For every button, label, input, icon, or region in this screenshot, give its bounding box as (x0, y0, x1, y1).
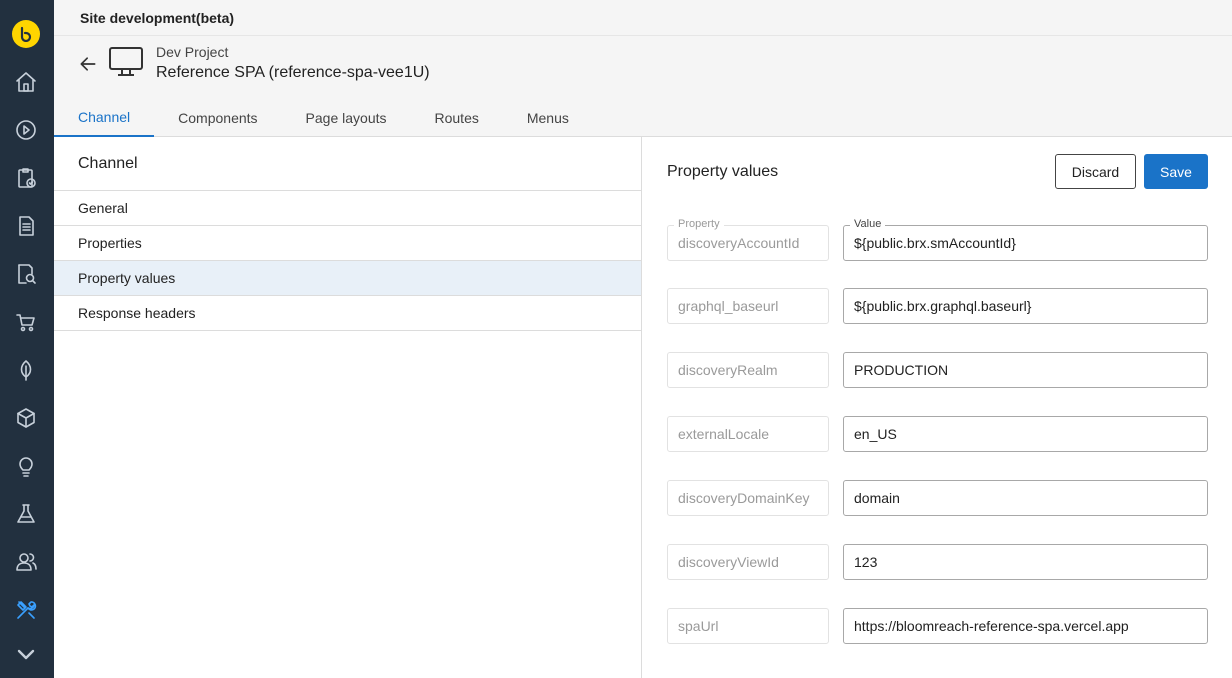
property-key-field: graphql_baseurl (667, 288, 829, 324)
property-value: domain (854, 490, 900, 506)
property-key-field: spaUrl (667, 608, 829, 644)
property-value-input[interactable]: en_US (843, 416, 1208, 452)
property-key: spaUrl (678, 618, 719, 634)
leaf-icon[interactable] (13, 357, 39, 383)
property-key-field: Property discoveryAccountId (667, 218, 829, 261)
property-key-field: discoveryDomainKey (667, 480, 829, 516)
property-row: spaUrl https://bloomreach-reference-spa.… (667, 608, 1208, 644)
property-key: externalLocale (678, 426, 770, 442)
document-search-icon[interactable] (13, 261, 39, 287)
channel-name: Reference SPA (reference-spa-vee1U) (156, 64, 430, 81)
property-value: PRODUCTION (854, 362, 949, 378)
flask-icon[interactable] (13, 501, 39, 527)
panel-title: Channel (54, 137, 641, 191)
property-key: discoveryViewId (678, 554, 779, 570)
property-row: graphql_baseurl ${public.brx.graphql.bas… (667, 288, 1208, 324)
app-title: Site development(beta) (80, 10, 235, 26)
property-value: 123 (854, 554, 878, 570)
monitor-icon (108, 46, 144, 78)
save-button[interactable]: Save (1144, 154, 1208, 189)
back-arrow-icon[interactable] (76, 52, 100, 76)
channel-header: Dev Project Reference SPA (reference-spa… (54, 36, 1232, 137)
property-value: en_US (854, 426, 897, 442)
property-row: discoveryRealm PRODUCTION (667, 352, 1208, 388)
property-value-input[interactable]: PRODUCTION (843, 352, 1208, 388)
property-row: externalLocale en_US (667, 416, 1208, 452)
property-value: ${public.brx.smAccountId} (854, 235, 1016, 251)
property-key: discoveryAccountId (678, 235, 800, 251)
lightbulb-icon[interactable] (13, 453, 39, 479)
property-value-input[interactable]: Value ${public.brx.smAccountId} (843, 218, 1208, 261)
users-icon[interactable] (13, 549, 39, 575)
property-key: discoveryDomainKey (678, 490, 810, 506)
channel-nav-panel: Channel General Properties Property valu… (54, 137, 642, 678)
property-value-input[interactable]: domain (843, 480, 1208, 516)
nav-item-response-headers[interactable]: Response headers (54, 296, 641, 331)
property-key: discoveryRealm (678, 362, 778, 378)
document-icon[interactable] (13, 213, 39, 239)
value-label: Value (850, 218, 886, 230)
cube-icon[interactable] (13, 405, 39, 431)
tab-bar: Channel Components Page layouts Routes M… (54, 98, 593, 137)
bloomreach-logo-icon[interactable] (12, 20, 40, 48)
property-row: Property discoveryAccountId Value ${publ… (667, 218, 1208, 261)
clipboard-check-icon[interactable] (13, 165, 39, 191)
property-label: Property (674, 218, 724, 230)
home-icon[interactable] (13, 69, 39, 95)
project-name: Dev Project (156, 44, 229, 60)
property-key-field: discoveryViewId (667, 544, 829, 580)
property-row: discoveryViewId 123 (667, 544, 1208, 580)
property-key: graphql_baseurl (678, 298, 779, 314)
discard-button[interactable]: Discard (1055, 154, 1136, 189)
property-value: https://bloomreach-reference-spa.vercel.… (854, 618, 1129, 634)
property-value: ${public.brx.graphql.baseurl} (854, 298, 1032, 314)
tab-page-layouts[interactable]: Page layouts (282, 98, 411, 137)
section-title: Property values (667, 163, 779, 180)
chevron-down-icon[interactable] (13, 642, 39, 668)
property-key-field: externalLocale (667, 416, 829, 452)
tab-menus[interactable]: Menus (503, 98, 593, 137)
play-icon[interactable] (13, 117, 39, 143)
nav-item-general[interactable]: General (54, 191, 641, 226)
tab-routes[interactable]: Routes (411, 98, 503, 137)
property-value-input[interactable]: 123 (843, 544, 1208, 580)
cart-icon[interactable] (13, 309, 39, 335)
property-row: discoveryDomainKey domain (667, 480, 1208, 516)
app-rail (0, 0, 54, 678)
property-value-input[interactable]: https://bloomreach-reference-spa.vercel.… (843, 608, 1208, 644)
top-bar: Site development(beta) (54, 0, 1232, 36)
nav-item-properties[interactable]: Properties (54, 226, 641, 261)
tab-components[interactable]: Components (154, 98, 281, 137)
property-values-panel: Property values Discard Save Property di… (643, 137, 1232, 678)
tab-channel[interactable]: Channel (54, 98, 155, 137)
property-value-input[interactable]: ${public.brx.graphql.baseurl} (843, 288, 1208, 324)
nav-item-property-values[interactable]: Property values (54, 261, 641, 296)
tools-icon[interactable] (13, 597, 39, 623)
property-key-field: discoveryRealm (667, 352, 829, 388)
